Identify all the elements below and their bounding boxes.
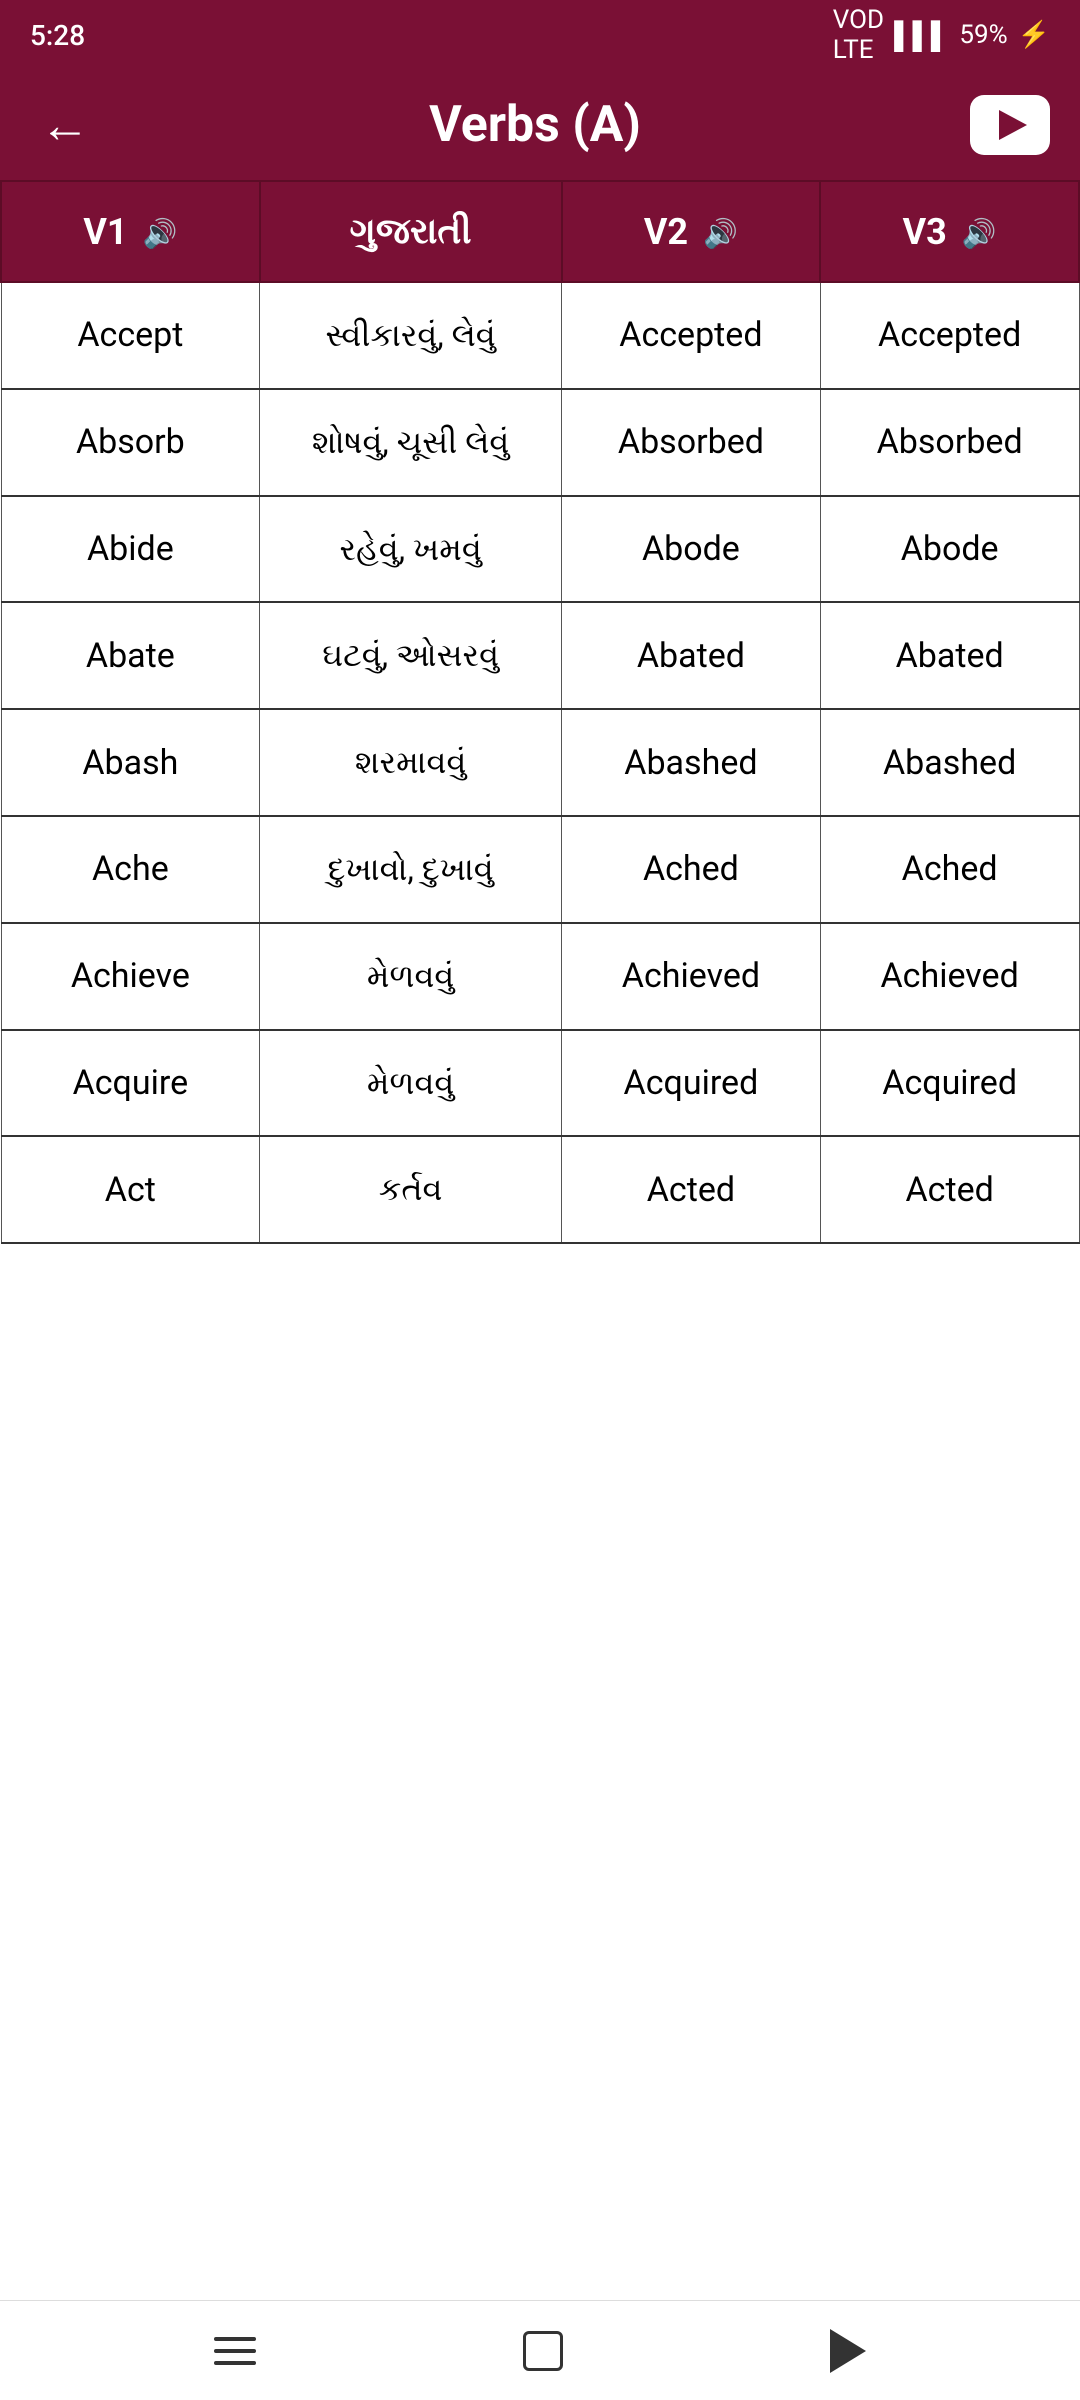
status-time: 5:28	[30, 19, 85, 52]
header-v3[interactable]: V3 🔊	[820, 181, 1079, 282]
cell-v2: Ached	[562, 816, 821, 923]
v1-audio-icon[interactable]: 🔊	[142, 217, 177, 250]
home-button[interactable]	[523, 2331, 563, 2371]
cell-gujarati: મેળવવું	[260, 923, 562, 1030]
toolbar: ← Verbs (A)	[0, 70, 1080, 180]
cell-v3: Achieved	[820, 923, 1079, 1030]
cell-v1: Act	[1, 1136, 260, 1243]
table-header-row: V1 🔊 ગુજરાતી V2 🔊 V3 🔊	[1, 181, 1079, 282]
header-gujarati: ગુજરાતી	[260, 181, 562, 282]
v2-audio-icon[interactable]: 🔊	[703, 217, 738, 250]
menu-line	[214, 2337, 256, 2341]
v3-audio-icon[interactable]: 🔊	[962, 217, 997, 250]
cell-gujarati: કર્તવ	[260, 1136, 562, 1243]
cell-v2: Abated	[562, 602, 821, 709]
table-row: Abate ઘટવું, ઓસરવું Abated Abated	[1, 602, 1079, 709]
cell-v2: Acquired	[562, 1030, 821, 1137]
table-row: Abash શરમાવવું Abashed Abashed	[1, 709, 1079, 816]
navigation-bar	[0, 2300, 1080, 2400]
battery-level: 59%	[959, 20, 1007, 50]
cell-gujarati: મેળવવું	[260, 1030, 562, 1137]
back-button[interactable]: ←	[30, 86, 100, 165]
youtube-icon	[999, 110, 1027, 140]
verbs-table-container: V1 🔊 ગુજરાતી V2 🔊 V3 🔊 Accept સ્વીકારવું…	[0, 180, 1080, 2300]
cell-v2: Accepted	[562, 282, 821, 389]
cell-v1: Abide	[1, 496, 260, 603]
cell-v2: Abashed	[562, 709, 821, 816]
menu-line	[214, 2349, 256, 2353]
cell-gujarati: શરમાવવું	[260, 709, 562, 816]
cell-v3: Abode	[820, 496, 1079, 603]
verbs-table: V1 🔊 ગુજરાતી V2 🔊 V3 🔊 Accept સ્વીકારવું…	[0, 180, 1080, 1244]
cell-v3: Absorbed	[820, 389, 1079, 496]
cell-gujarati: રહેવું, ખમવું	[260, 496, 562, 603]
cell-v3: Accepted	[820, 282, 1079, 389]
status-right: VODLTE ▌▌▌ 59% ⚡	[833, 5, 1050, 65]
table-row: Achieve મેળવવું Achieved Achieved	[1, 923, 1079, 1030]
battery-icon: ⚡	[1018, 20, 1050, 50]
cell-v3: Acquired	[820, 1030, 1079, 1137]
cell-v1: Abash	[1, 709, 260, 816]
cell-gujarati: દુખાવો, દુખાવું	[260, 816, 562, 923]
cell-v2: Abode	[562, 496, 821, 603]
cell-v1: Absorb	[1, 389, 260, 496]
status-bar: 5:28 VODLTE ▌▌▌ 59% ⚡	[0, 0, 1080, 70]
youtube-button[interactable]	[970, 95, 1050, 155]
cell-gujarati: સ્વીકારવું, લેવું	[260, 282, 562, 389]
cell-v3: Abashed	[820, 709, 1079, 816]
cell-v3: Ached	[820, 816, 1079, 923]
signal-icon: VODLTE	[833, 5, 884, 65]
table-row: Absorb શોષવું, ચૂસી લેવું Absorbed Absor…	[1, 389, 1079, 496]
table-row: Act કર્તવ Acted Acted	[1, 1136, 1079, 1243]
cell-v1: Accept	[1, 282, 260, 389]
cell-gujarati: ઘટવું, ઓસરવું	[260, 602, 562, 709]
cell-v2: Acted	[562, 1136, 821, 1243]
cell-v2: Achieved	[562, 923, 821, 1030]
cell-v1: Achieve	[1, 923, 260, 1030]
cell-v1: Ache	[1, 816, 260, 923]
cell-gujarati: શોષવું, ચૂસી લેવું	[260, 389, 562, 496]
cell-v1: Abate	[1, 602, 260, 709]
cell-v1: Acquire	[1, 1030, 260, 1137]
table-row: Abide રહેવું, ખમવું Abode Abode	[1, 496, 1079, 603]
header-v2[interactable]: V2 🔊	[562, 181, 821, 282]
header-v1[interactable]: V1 🔊	[1, 181, 260, 282]
table-row: Acquire મેળવવું Acquired Acquired	[1, 1030, 1079, 1137]
table-row: Ache દુખાવો, દુખાવું Ached Ached	[1, 816, 1079, 923]
signal-bars: ▌▌▌	[894, 20, 949, 51]
page-title: Verbs (A)	[100, 96, 970, 154]
table-row: Accept સ્વીકારવું, લેવું Accepted Accept…	[1, 282, 1079, 389]
cell-v3: Acted	[820, 1136, 1079, 1243]
menu-line	[214, 2361, 256, 2365]
cell-v3: Abated	[820, 602, 1079, 709]
menu-button[interactable]	[214, 2337, 256, 2365]
cell-v2: Absorbed	[562, 389, 821, 496]
back-nav-button[interactable]	[830, 2329, 866, 2373]
